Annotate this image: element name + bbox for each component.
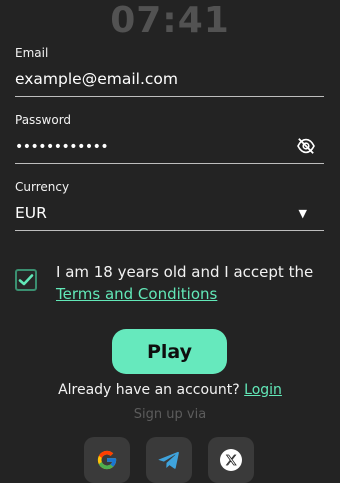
currency-select[interactable]: Currency EUR ▼ [15, 180, 324, 232]
google-signup-button[interactable] [84, 437, 130, 483]
currency-label: Currency [15, 180, 70, 194]
password-underline [15, 163, 324, 164]
currency-underline [15, 230, 324, 231]
check-icon [18, 274, 34, 286]
password-field[interactable]: Password •••••••••••• [15, 113, 324, 165]
signup-via-label: Sign up via [133, 407, 207, 422]
password-input[interactable]: •••••••••••• [15, 139, 324, 161]
email-underline [15, 96, 324, 97]
email-field[interactable]: Email example@email.com [15, 46, 324, 98]
x-signup-button[interactable] [208, 437, 254, 483]
login-prompt-row: Already have an account? Login [0, 382, 340, 398]
caret-down-icon[interactable]: ▼ [299, 207, 307, 220]
currency-value[interactable]: EUR [15, 204, 324, 226]
eye-off-icon[interactable] [296, 138, 316, 154]
password-label: Password [15, 113, 72, 127]
play-button[interactable]: Play [112, 329, 227, 374]
google-icon [97, 450, 117, 470]
login-link[interactable]: Login [244, 382, 282, 398]
x-icon [220, 449, 242, 471]
status-clock: 07:41 [110, 0, 230, 41]
email-input[interactable]: example@email.com [15, 70, 324, 92]
email-label: Email [15, 46, 49, 60]
terms-checkbox[interactable] [15, 269, 37, 291]
telegram-icon [158, 451, 179, 469]
telegram-signup-button[interactable] [146, 437, 192, 483]
consent-text: I am 18 years old and I accept the [56, 263, 314, 281]
terms-link[interactable]: Terms and Conditions [56, 285, 217, 303]
login-prompt: Already have an account? [58, 382, 240, 398]
terms-consent-text: I am 18 years old and I accept the Terms… [56, 261, 336, 305]
